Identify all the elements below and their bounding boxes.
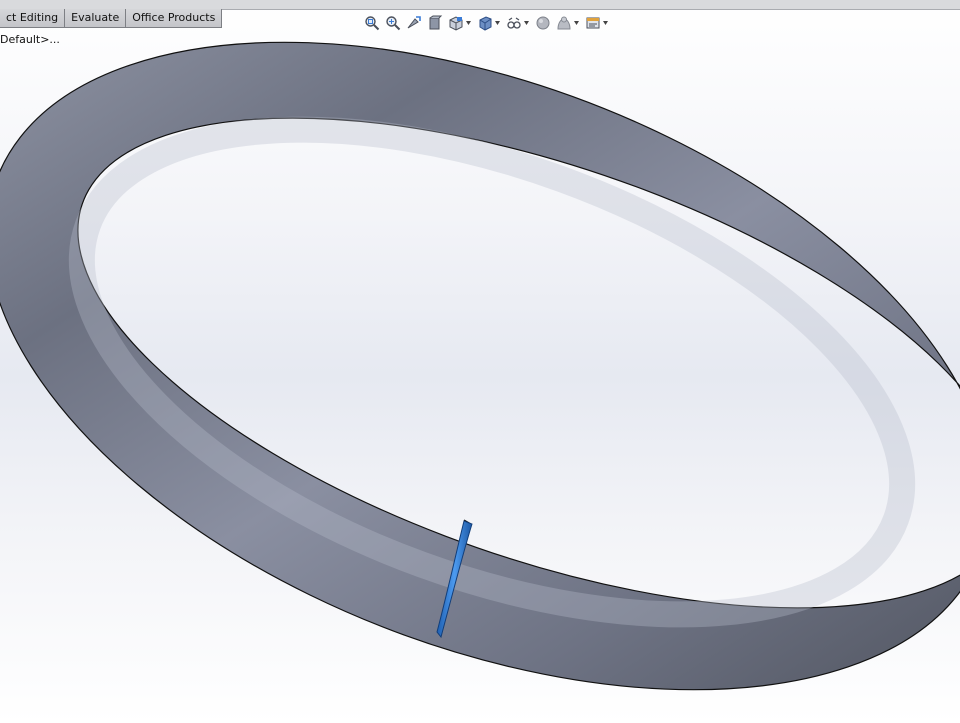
display-style-icon[interactable] [477,15,493,31]
previous-view-icon[interactable] [406,15,422,31]
tab-office-products[interactable]: Office Products [126,9,222,27]
view-orientation-icon[interactable] [448,15,464,31]
hide-show-items-dropdown-icon[interactable] [524,15,529,31]
hide-show-items-icon[interactable] [506,15,522,31]
heads-up-view-toolbar [364,13,614,33]
tab-direct-editing[interactable]: ct Editing [0,9,66,27]
section-view-icon[interactable] [427,15,443,31]
apply-scene-dropdown-icon[interactable] [574,15,579,31]
tab-evaluate[interactable]: Evaluate [65,9,127,27]
zoom-to-area-icon[interactable] [385,15,401,31]
model-oring[interactable] [0,0,960,723]
display-style-dropdown-icon[interactable] [495,15,500,31]
configuration-label[interactable]: Default>... [0,33,60,46]
view-orientation-dropdown-icon[interactable] [466,15,471,31]
edit-appearance-icon[interactable] [535,15,551,31]
view-settings-dropdown-icon[interactable] [603,15,608,31]
graphics-area[interactable]: ct Editing Evaluate Office Products Defa… [0,0,960,723]
apply-scene-icon[interactable] [556,15,572,31]
zoom-to-fit-icon[interactable] [364,15,380,31]
view-settings-icon[interactable] [585,15,601,31]
command-manager-tabs: ct Editing Evaluate Office Products [0,9,223,28]
